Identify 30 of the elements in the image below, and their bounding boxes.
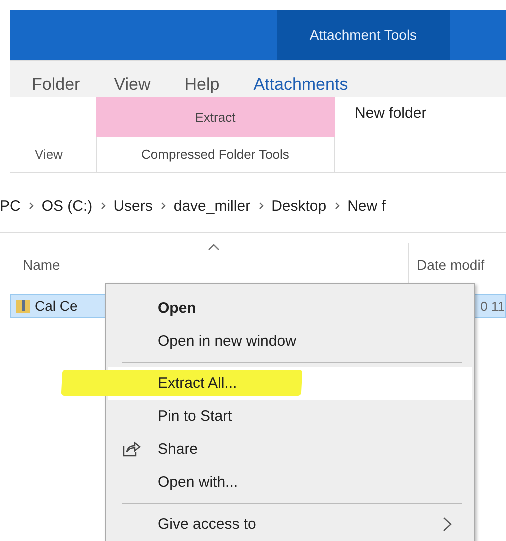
- chevron-icon: [28, 202, 34, 210]
- menu-tab[interactable]: Attachments: [254, 75, 348, 97]
- breadcrumb-item[interactable]: PC: [0, 198, 21, 214]
- menu-tab[interactable]: View: [114, 75, 151, 97]
- menu-item[interactable]: Open with...: [108, 466, 472, 499]
- ribbon-group-label: Compressed Folder Tools: [96, 137, 335, 172]
- file-date: 0 11: [480, 298, 505, 314]
- ribbon-tab[interactable]: Extract: [96, 97, 335, 137]
- chevron-icon: [160, 202, 166, 210]
- chevron-icon: [100, 202, 106, 210]
- menu-item[interactable]: Pin to Start: [108, 400, 472, 433]
- menu-item[interactable]: Open in new window: [108, 325, 472, 358]
- breadcrumb-item[interactable]: OS (C:): [42, 198, 93, 214]
- menu-tab[interactable]: Folder: [32, 75, 80, 97]
- menu-item[interactable]: Open: [108, 292, 472, 325]
- breadcrumb-item[interactable]: New f: [348, 198, 386, 214]
- zip-folder-icon: [15, 298, 31, 314]
- breadcrumb-item[interactable]: Users: [114, 198, 153, 214]
- chevron-icon: [334, 202, 340, 210]
- breadcrumb-item[interactable]: Desktop: [272, 198, 327, 214]
- new-folder-button[interactable]: New folder: [355, 105, 427, 137]
- menu-item[interactable]: Share: [108, 433, 472, 466]
- file-name: Cal Ce: [35, 298, 78, 314]
- menu-item[interactable]: Give access to: [108, 508, 472, 541]
- menu-tab[interactable]: Help: [184, 75, 220, 97]
- ribbon-tab[interactable]: View: [10, 147, 96, 162]
- breadcrumb-item[interactable]: dave_miller: [174, 198, 251, 214]
- chevron-icon: [258, 202, 264, 210]
- column-header[interactable]: Name: [0, 257, 408, 273]
- contextual-tab[interactable]: Attachment Tools: [277, 10, 450, 60]
